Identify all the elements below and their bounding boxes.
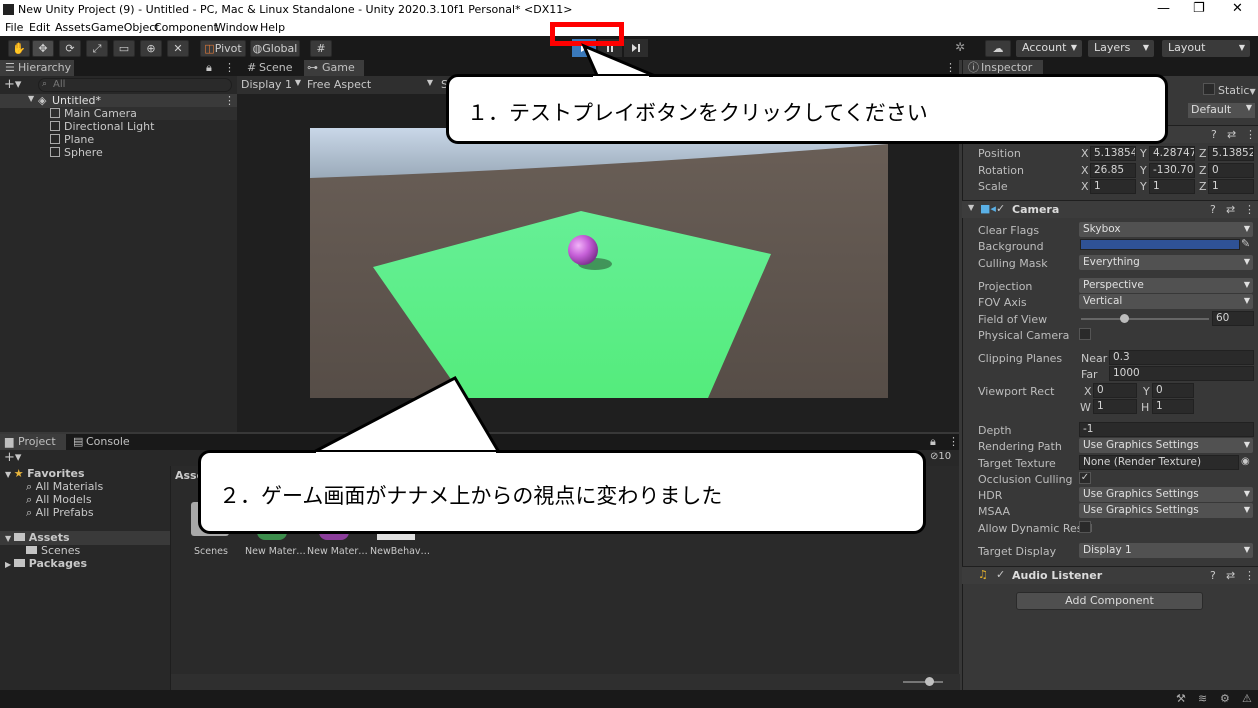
callout-step2-text: ２．ゲーム画面がナナメ上からの視点に変わりました [219, 484, 723, 508]
callout-step1: １．テストプレイボタンをクリックしてください [446, 74, 1168, 144]
callout-step1-text: １．テストプレイボタンをクリックしてください [467, 101, 928, 125]
callout1-joint [593, 76, 649, 80]
callout-step2: ２．ゲーム画面がナナメ上からの視点に変わりました [198, 450, 926, 534]
callout2-pointer [309, 376, 503, 456]
callout2-joint [316, 452, 496, 456]
